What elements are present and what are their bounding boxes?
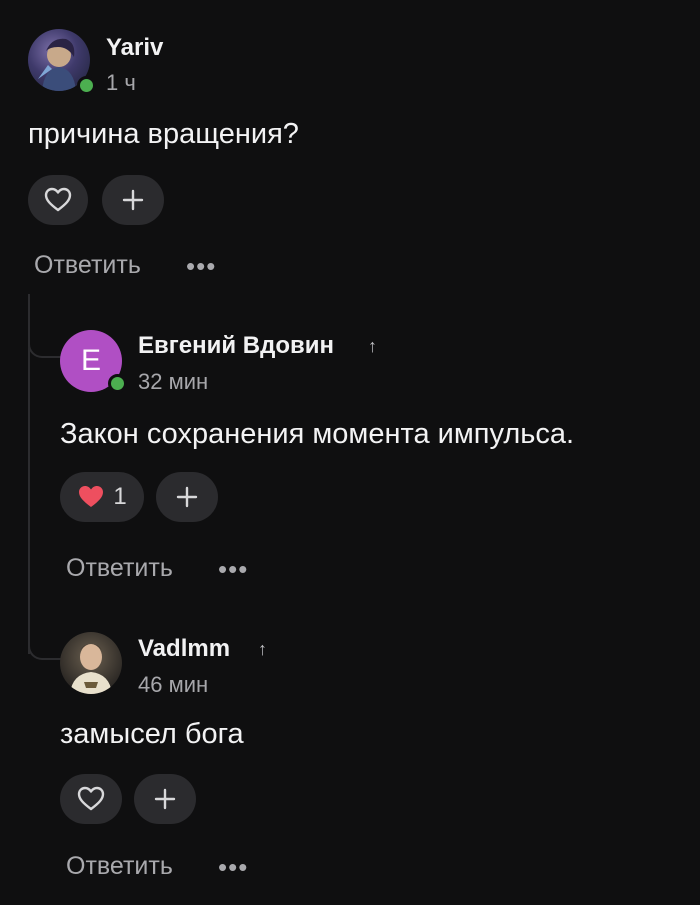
add-reaction-button[interactable] bbox=[134, 774, 196, 824]
more-options-button[interactable]: ••• bbox=[218, 554, 248, 585]
heart-filled-icon bbox=[79, 486, 104, 507]
comment-text: причина вращения? bbox=[28, 118, 299, 150]
like-button[interactable] bbox=[60, 774, 122, 824]
upvote-arrow-icon[interactable]: ↑ bbox=[258, 639, 267, 660]
avatar[interactable] bbox=[60, 632, 122, 694]
add-reaction-button[interactable] bbox=[102, 175, 164, 225]
plus-icon bbox=[176, 486, 198, 508]
avatar-letter: E bbox=[80, 344, 101, 377]
more-options-button[interactable]: ••• bbox=[186, 251, 216, 282]
reply-button[interactable]: Ответить bbox=[34, 251, 141, 280]
timestamp: 1 ч bbox=[106, 70, 136, 95]
more-options-button[interactable]: ••• bbox=[218, 852, 248, 883]
username[interactable]: Vadlmm bbox=[138, 635, 230, 663]
like-count: 1 bbox=[113, 483, 127, 510]
username[interactable]: Евгений Вдовин bbox=[138, 332, 334, 360]
comments-thread: Yariv 1 ч причина вращения? Ответить •••… bbox=[0, 0, 700, 905]
like-button[interactable] bbox=[28, 175, 88, 225]
reply-button[interactable]: Ответить bbox=[66, 554, 173, 583]
timestamp: 32 мин bbox=[138, 369, 209, 394]
add-reaction-button[interactable] bbox=[156, 472, 218, 522]
comment-text: замысел бога bbox=[60, 718, 244, 750]
plus-icon bbox=[122, 189, 144, 211]
online-indicator bbox=[108, 374, 127, 393]
reply-button[interactable]: Ответить bbox=[66, 852, 173, 881]
thread-branch bbox=[28, 294, 62, 358]
timestamp: 46 мин bbox=[138, 672, 209, 697]
thread-branch bbox=[28, 600, 62, 660]
plus-icon bbox=[154, 788, 176, 810]
online-indicator bbox=[77, 76, 96, 95]
comment-text: Закон сохранения момента импульса. bbox=[60, 418, 575, 450]
username[interactable]: Yariv bbox=[106, 34, 163, 62]
heart-icon bbox=[77, 786, 105, 811]
like-button[interactable]: 1 bbox=[60, 472, 144, 522]
heart-icon bbox=[44, 187, 72, 212]
photo-avatar-icon bbox=[70, 644, 112, 694]
upvote-arrow-icon[interactable]: ↑ bbox=[368, 336, 377, 357]
